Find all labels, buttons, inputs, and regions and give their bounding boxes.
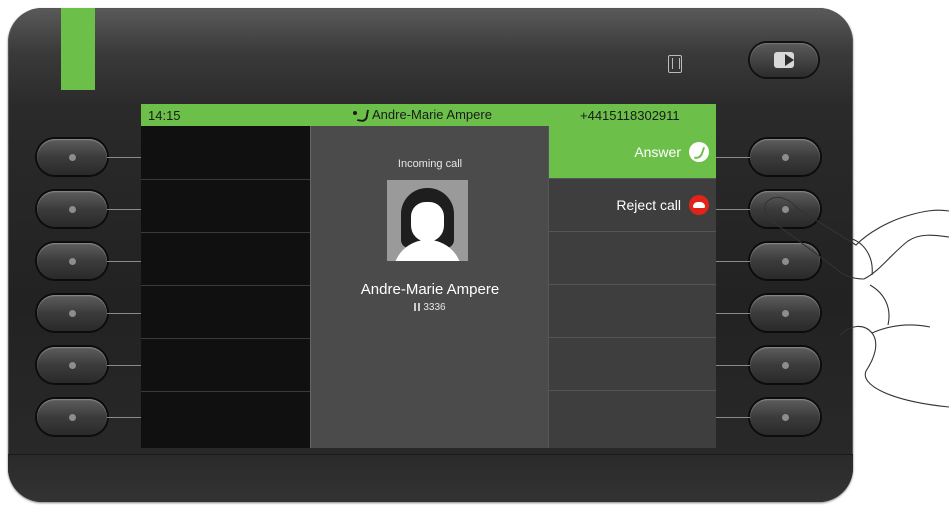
caller-name: Andre-Marie Ampere xyxy=(360,281,500,298)
softkey-connector xyxy=(716,157,750,158)
empty-action-slot xyxy=(549,232,716,285)
reject-call-action[interactable]: Reject call xyxy=(549,179,716,232)
answer-action[interactable]: Answer xyxy=(549,126,716,179)
softkey-connector xyxy=(107,209,141,210)
row-divider xyxy=(141,338,310,339)
avatar-face xyxy=(411,202,444,242)
answer-phone-icon xyxy=(689,142,709,162)
softkey-connector xyxy=(107,313,141,314)
reject-phone-icon xyxy=(689,195,709,215)
left-softkey-6[interactable] xyxy=(37,399,107,435)
extension-icon xyxy=(414,303,421,311)
pointing-hand-illustration xyxy=(764,196,949,408)
softkey-connector xyxy=(107,417,141,418)
status-time: 14:15 xyxy=(148,108,181,123)
softkey-connector xyxy=(716,209,750,210)
left-softkey-1[interactable] xyxy=(37,139,107,175)
softkey-connector xyxy=(107,157,141,158)
softkey-connector xyxy=(107,365,141,366)
status-bar: 14:15 Andre-Marie Ampere +4415118302911 xyxy=(141,104,716,126)
caller-extension: 3336 xyxy=(311,302,549,313)
answer-label: Answer xyxy=(634,144,681,160)
softkey-connector xyxy=(107,261,141,262)
extension-number: 3336 xyxy=(423,302,446,313)
empty-action-slot xyxy=(549,285,716,338)
phone-display: 14:15 Andre-Marie Ampere +4415118302911 … xyxy=(141,104,716,448)
nfc-icon xyxy=(668,55,682,73)
action-list: Answer Reject call xyxy=(548,126,716,448)
incoming-call-label: Incoming call xyxy=(397,158,463,170)
call-info-panel: Incoming call Andre-Marie Ampere 3336 xyxy=(310,126,548,448)
status-caller: Andre-Marie Ampere xyxy=(353,107,492,122)
row-divider xyxy=(141,285,310,286)
reject-call-label: Reject call xyxy=(616,197,681,213)
empty-action-slot xyxy=(549,338,716,391)
softkey-connector xyxy=(716,417,750,418)
left-softkey-4[interactable] xyxy=(37,295,107,331)
green-accent-bar xyxy=(61,8,95,90)
left-softkey-2[interactable] xyxy=(37,191,107,227)
softkey-connector xyxy=(716,365,750,366)
exit-button[interactable] xyxy=(750,43,818,77)
incoming-call-icon xyxy=(353,109,367,121)
right-softkey-1[interactable] xyxy=(750,139,820,175)
bezel-bottom-edge xyxy=(8,454,853,502)
row-divider xyxy=(141,391,310,392)
left-key-labels xyxy=(141,126,310,448)
exit-icon xyxy=(774,52,794,68)
avatar xyxy=(387,180,468,261)
left-softkey-3[interactable] xyxy=(37,243,107,279)
softkey-connector xyxy=(716,313,750,314)
left-softkey-5[interactable] xyxy=(37,347,107,383)
status-caller-number: +4415118302911 xyxy=(580,108,680,123)
row-divider xyxy=(141,232,310,233)
softkey-connector xyxy=(716,261,750,262)
row-divider xyxy=(141,179,310,180)
status-caller-name: Andre-Marie Ampere xyxy=(372,107,492,122)
